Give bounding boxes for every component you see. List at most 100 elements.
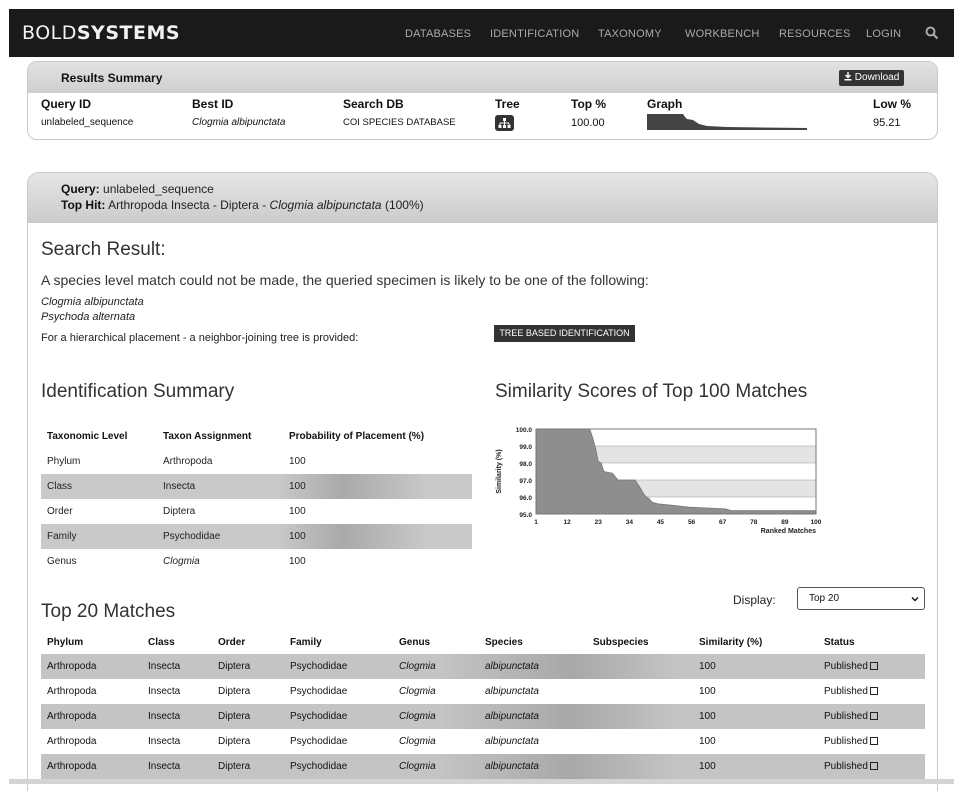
- status-text: Published: [824, 711, 868, 722]
- level-cell: Class: [47, 481, 73, 492]
- table-row: Family Psychodidae 100: [41, 524, 472, 549]
- query-label: Query:: [61, 182, 100, 196]
- col-similarity: Similarity (%): [699, 637, 763, 648]
- table-row[interactable]: Arthropoda Insecta Diptera Psychodidae C…: [41, 754, 925, 779]
- header-best-id: Best ID: [192, 97, 234, 111]
- family-cell: Psychodidae: [290, 686, 348, 697]
- status-cell[interactable]: Published: [824, 661, 878, 672]
- x-tick-label: 89: [781, 519, 789, 526]
- y-axis-label: Similarity (%): [496, 449, 503, 493]
- status-cell[interactable]: Published: [824, 736, 878, 747]
- similarity-cell: 100: [699, 661, 716, 672]
- nav-workbench[interactable]: WORKBENCH: [685, 28, 760, 40]
- chevron-down-icon: [911, 597, 919, 602]
- brand-part-1: BOLD: [22, 22, 77, 44]
- bold-systems-logo[interactable]: BOLDSYSTEMS: [22, 22, 180, 44]
- status-text: Published: [824, 661, 868, 672]
- results-summary-title: Results Summary: [61, 71, 163, 85]
- y-tick-label: 98.0: [519, 461, 532, 468]
- species-cell: albipunctata: [485, 711, 539, 722]
- class-cell: Insecta: [148, 686, 181, 697]
- order-cell: Diptera: [218, 711, 251, 722]
- nav-resources[interactable]: RESOURCES: [779, 28, 850, 40]
- external-link-icon[interactable]: [869, 712, 878, 720]
- external-link-icon[interactable]: [869, 662, 878, 670]
- genus-cell: Clogmia: [399, 686, 436, 697]
- external-link-icon[interactable]: [869, 737, 878, 745]
- phylum-cell: Arthropoda: [47, 661, 97, 672]
- taxon-cell: Diptera: [163, 506, 196, 517]
- taxon-cell: Clogmia: [163, 556, 200, 567]
- horizontal-scrollbar[interactable]: [9, 779, 954, 784]
- class-cell: Insecta: [148, 711, 181, 722]
- hierarchy-text: For a hierarchical placement - a neighbo…: [41, 332, 359, 344]
- prob-cell: 100: [289, 556, 306, 567]
- x-tick-label: 34: [626, 519, 634, 526]
- species-cell: albipunctata: [485, 686, 539, 697]
- status-text: Published: [824, 686, 868, 697]
- search-icon[interactable]: [925, 26, 939, 40]
- nav-identification[interactable]: IDENTIFICATION: [490, 28, 579, 40]
- header-low-pct: Low %: [873, 97, 911, 111]
- col-taxonomic-level: Taxonomic Level: [47, 431, 128, 442]
- table-row[interactable]: Arthropoda Insecta Diptera Psychodidae C…: [41, 704, 925, 729]
- low-pct-value: 95.21: [873, 117, 901, 129]
- class-cell: Insecta: [148, 736, 181, 747]
- table-row[interactable]: Arthropoda Insecta Diptera Psychodidae C…: [41, 679, 925, 704]
- col-subspecies: Subspecies: [593, 637, 649, 648]
- phylum-cell: Arthropoda: [47, 686, 97, 697]
- nav-databases[interactable]: DATABASES: [405, 28, 471, 40]
- col-class: Class: [148, 637, 175, 648]
- x-tick-label: 100: [811, 519, 822, 526]
- family-cell: Psychodidae: [290, 661, 348, 672]
- external-link-icon[interactable]: [869, 687, 878, 695]
- y-tick-label: 99.0: [519, 444, 532, 451]
- table-row[interactable]: Arthropoda Insecta Diptera Psychodidae C…: [41, 654, 925, 679]
- prob-cell: 100: [289, 481, 306, 492]
- download-button[interactable]: Download: [839, 70, 905, 86]
- genus-cell: Clogmia: [399, 711, 436, 722]
- display-select-value: Top 20: [809, 593, 840, 604]
- status-cell[interactable]: Published: [824, 686, 878, 697]
- x-tick-label: 45: [657, 519, 665, 526]
- order-cell: Diptera: [218, 686, 251, 697]
- external-link-icon[interactable]: [869, 762, 878, 770]
- taxon-cell: Arthropoda: [163, 456, 213, 467]
- top-pct-value: 100.00: [571, 117, 605, 129]
- top-hit-label: Top Hit:: [61, 198, 106, 212]
- status-cell[interactable]: Published: [824, 761, 878, 772]
- top-hit-value: Arthropoda Insecta - Diptera -: [108, 198, 267, 212]
- y-tick-label: 97.0: [519, 478, 532, 485]
- taxon-cell: Insecta: [163, 481, 196, 492]
- query-id-value: unlabeled_sequence: [41, 117, 134, 128]
- species-cell: albipunctata: [485, 661, 539, 672]
- table-row[interactable]: Arthropoda Insecta Diptera Psychodidae C…: [41, 729, 925, 754]
- query-header: Query: unlabeled_sequence Top Hit: Arthr…: [28, 173, 937, 223]
- identification-summary-heading: Identification Summary: [41, 381, 235, 402]
- tree-button[interactable]: [495, 115, 514, 131]
- y-tick-label: 96.0: [519, 495, 532, 502]
- table-row: Genus Clogmia 100: [41, 549, 472, 574]
- similarity-cell: 100: [699, 686, 716, 697]
- display-label: Display:: [733, 593, 776, 607]
- level-cell: Order: [47, 506, 73, 517]
- col-family: Family: [290, 637, 322, 648]
- display-select[interactable]: Top 20: [797, 587, 925, 610]
- download-label: Download: [854, 72, 900, 83]
- top-navbar: BOLDSYSTEMS DATABASES IDENTIFICATION TAX…: [9, 9, 954, 57]
- top-hit-line: Top Hit: Arthropoda Insecta - Diptera - …: [61, 198, 424, 212]
- nav-taxonomy[interactable]: TAXONOMY: [598, 28, 662, 40]
- tree-based-identification-button[interactable]: TREE BASED IDENTIFICATION: [494, 325, 635, 342]
- candidate-species-1: Clogmia albipunctata: [41, 296, 144, 308]
- table-row: Class Insecta 100: [41, 474, 472, 499]
- class-cell: Insecta: [148, 761, 181, 772]
- results-summary-header: Results Summary Download: [28, 62, 937, 93]
- status-cell[interactable]: Published: [824, 711, 878, 722]
- order-cell: Diptera: [218, 761, 251, 772]
- level-cell: Genus: [47, 556, 77, 567]
- tree-icon: [498, 118, 511, 128]
- similarity-chart: 100.0 99.0 98.0 97.0 96.0 95.01 12 23 34 45 56 67 78…: [496, 427, 822, 535]
- header-search-db: Search DB: [343, 97, 404, 111]
- col-order: Order: [218, 637, 246, 648]
- nav-login[interactable]: LOGIN: [866, 28, 901, 40]
